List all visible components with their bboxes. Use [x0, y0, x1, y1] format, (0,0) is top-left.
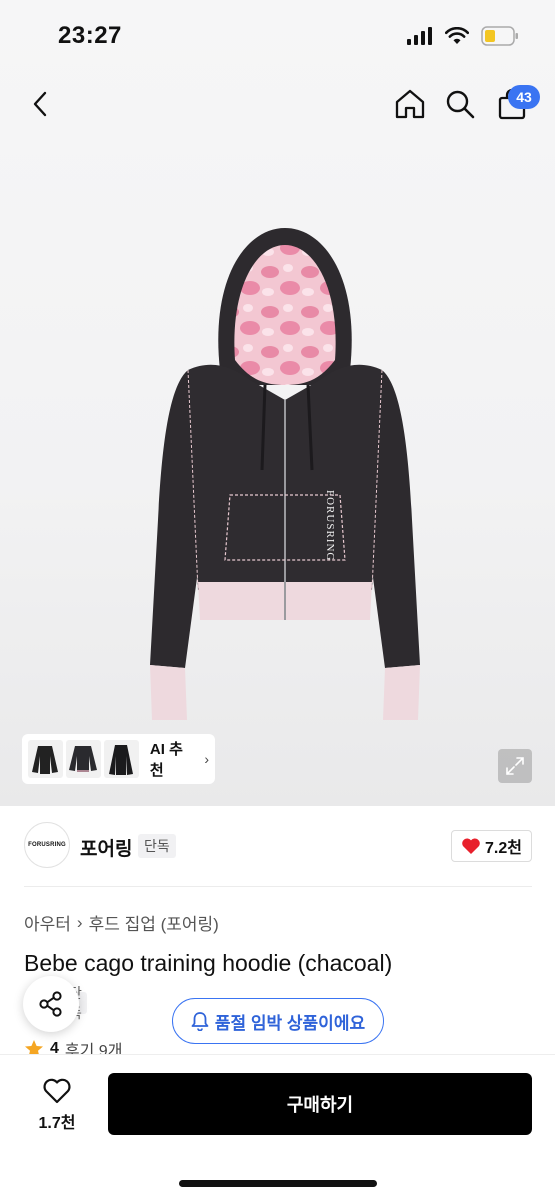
- heart-filled-icon: [462, 838, 480, 854]
- brand-name[interactable]: 포어링: [80, 834, 132, 861]
- favorite-button[interactable]: 1.7천: [22, 1073, 92, 1137]
- recommend-thumb[interactable]: [65, 740, 101, 778]
- divider: [24, 886, 532, 887]
- chevron-right-icon: ›: [204, 751, 210, 767]
- brand-logo-text: FORUSRING: [28, 842, 66, 848]
- battery-icon: [481, 26, 518, 46]
- favorite-count: 1.7천: [38, 1115, 76, 1132]
- signal-icon: [407, 27, 432, 45]
- share-icon: [39, 991, 62, 1017]
- home-indicator: [179, 1180, 377, 1187]
- chevron-left-icon: [33, 91, 47, 117]
- cart-count-badge: 43: [508, 85, 540, 109]
- expand-image-button[interactable]: [498, 749, 532, 783]
- breadcrumb: 아우터 › 후드 집업 (포어링): [24, 910, 219, 935]
- recommend-thumb[interactable]: [28, 740, 63, 778]
- exclusive-badge: 단독: [138, 834, 176, 858]
- ai-recommend-label: AI 추천: [149, 741, 183, 779]
- recommend-thumb[interactable]: [103, 740, 139, 778]
- share-button[interactable]: [23, 976, 79, 1032]
- search-icon: [446, 90, 475, 119]
- expand-icon: [506, 757, 524, 775]
- low-stock-label: 품절 임박 상품이에요: [214, 1013, 366, 1033]
- hoodie-print-text: FORUSRING: [324, 490, 336, 561]
- breadcrumb-category[interactable]: 아우터: [24, 910, 71, 935]
- low-stock-notice[interactable]: 품절 임박 상품이에요: [172, 998, 384, 1044]
- bottom-action-bar: 1.7천 구매하기: [0, 1054, 555, 1200]
- brand-row: FORUSRING 포어링 단독 7.2천: [24, 822, 532, 870]
- wifi-icon: [445, 27, 469, 44]
- product-hero: 23:27 43 FORUSRING AI 추천 ›: [0, 0, 555, 806]
- breadcrumb-subcategory[interactable]: 후드 집업 (포어링): [89, 910, 219, 935]
- status-bar: 23:27: [0, 0, 555, 74]
- status-time: 23:27: [58, 22, 122, 49]
- breadcrumb-separator-icon: ›: [76, 912, 83, 932]
- brand-logo[interactable]: FORUSRING: [24, 822, 70, 868]
- product-image[interactable]: FORUSRING: [140, 220, 430, 740]
- heart-outline-icon: [43, 1078, 71, 1104]
- product-title: Bebe cago training hoodie (chacoal): [24, 950, 393, 976]
- brand-like-count: 7.2천: [485, 840, 522, 857]
- search-button[interactable]: [438, 78, 482, 130]
- top-nav: [0, 78, 555, 130]
- bell-icon: [191, 1012, 209, 1031]
- status-icons: [407, 26, 519, 46]
- ai-recommend-button[interactable]: AI 추천 ›: [22, 734, 215, 784]
- brand-like-button[interactable]: 7.2천: [451, 830, 532, 862]
- home-button[interactable]: [388, 78, 432, 130]
- buy-button[interactable]: 구매하기: [108, 1073, 532, 1135]
- back-button[interactable]: [18, 78, 62, 130]
- home-icon: [395, 89, 425, 119]
